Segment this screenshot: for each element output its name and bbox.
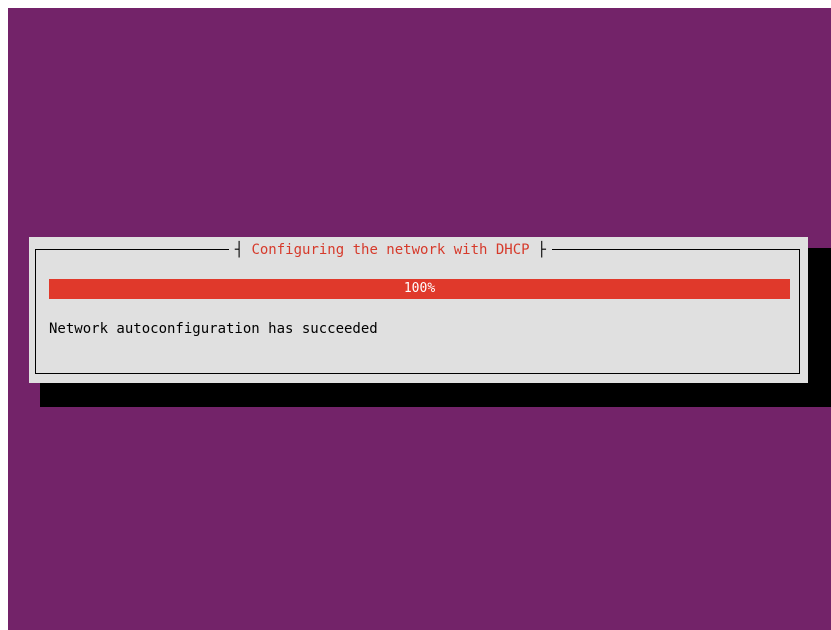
dialog-shadow [40,383,831,407]
dialog-title: ┤ Configuring the network with DHCP ├ [229,237,553,263]
status-message: Network autoconfiguration has succeeded [49,321,378,337]
progress-bar: 100% [49,279,790,299]
dialog-title-text: Configuring the network with DHCP [251,242,530,258]
progress-percentage: 100% [403,281,436,296]
dialog-frame [35,249,800,374]
title-bracket-left: ┤ [235,242,244,258]
title-bracket-right: ├ [537,242,547,258]
dialog-shadow-side [808,248,831,407]
dhcp-progress-dialog: ┤ Configuring the network with DHCP ├ 10… [29,237,808,383]
